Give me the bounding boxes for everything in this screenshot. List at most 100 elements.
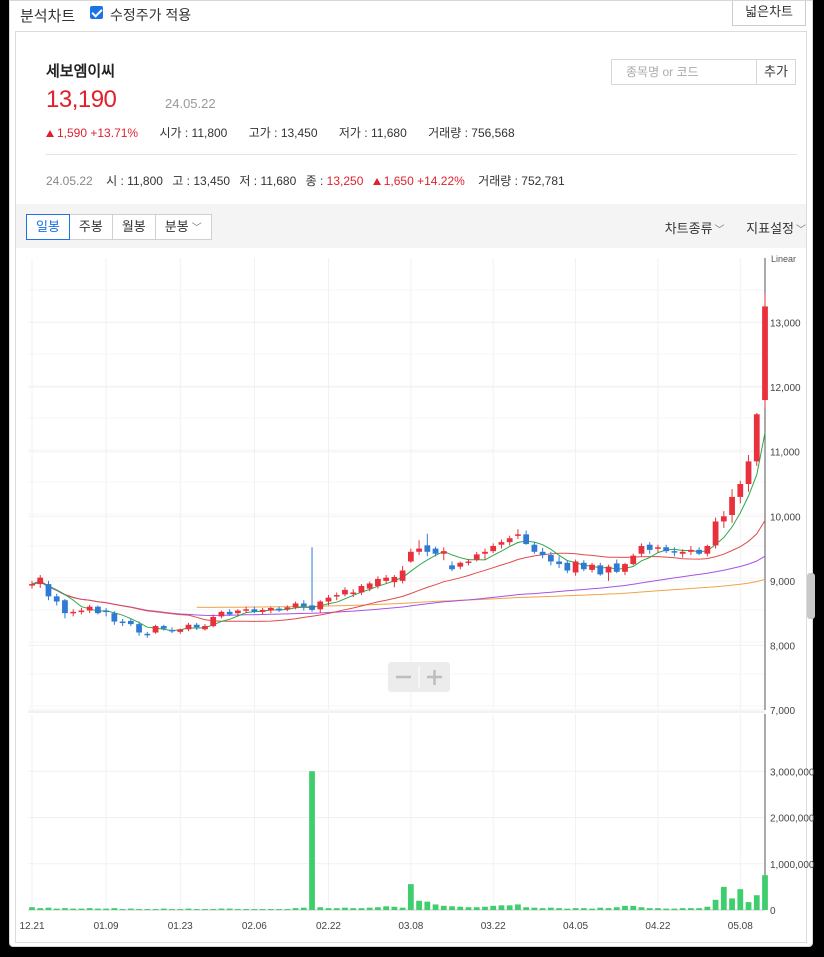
volume-bar (70, 908, 77, 910)
volume-bar (679, 908, 686, 910)
volume-bar (119, 909, 126, 911)
volume-bar (375, 907, 381, 910)
candle-body (762, 306, 768, 401)
candle-body (498, 542, 505, 545)
price-tick-label: 8,000 (770, 641, 795, 652)
volume-bar (580, 908, 587, 910)
volume-bar (539, 908, 546, 910)
candle-body (630, 555, 637, 565)
volume-bar (523, 907, 530, 910)
candle-body (111, 613, 118, 622)
candle-body (333, 595, 340, 597)
volume-bar (37, 908, 44, 910)
candle-body (383, 577, 390, 581)
candle-body (720, 516, 727, 522)
volume-bar (704, 906, 711, 910)
candle-body (704, 545, 711, 554)
time-tick-label: 01.09 (94, 921, 119, 932)
candle-body (531, 544, 538, 552)
volume-bar (407, 884, 414, 910)
candle-body (350, 592, 357, 594)
candle-body (696, 549, 702, 554)
candle-body (737, 484, 744, 497)
volume-bar (391, 906, 398, 910)
candle-body (745, 461, 752, 484)
ma60-line (31, 555, 766, 617)
time-tick-label: 04.05 (563, 921, 588, 932)
price-tick-label: 7,000 (770, 706, 795, 717)
candle-body (449, 565, 455, 570)
candle-body (251, 609, 258, 612)
candle-body (358, 586, 365, 593)
volume-tick-label: 3,000,000 (770, 767, 815, 778)
volume-bar (210, 909, 217, 911)
stock-chart[interactable]: Linear 7,000 8,000 9,000 10,000 11,000 12,000 1… (0, 0, 824, 957)
volume-bar (243, 909, 250, 911)
candle-body (366, 583, 373, 589)
candle-body (62, 600, 68, 614)
candle-body (152, 626, 159, 633)
candle-body (515, 534, 521, 536)
volume-bar (111, 908, 118, 910)
volume-bar (671, 908, 678, 910)
candle-body (432, 548, 439, 554)
volume-bar (515, 904, 521, 910)
candle-body (564, 562, 571, 571)
volume-bar (687, 908, 694, 910)
candle-body (136, 624, 142, 633)
candle-body (235, 610, 241, 614)
volume-bar (440, 905, 447, 910)
candle-body (638, 545, 645, 554)
candle-body (259, 609, 266, 612)
volume-bar (218, 908, 225, 910)
candle-body (457, 562, 464, 567)
scroll-handle[interactable] (807, 573, 815, 619)
volume-tick-label: 2,000,000 (770, 814, 815, 825)
time-tick-label: 02.22 (316, 921, 341, 932)
candle-body (202, 626, 208, 630)
volume-bar (95, 908, 101, 910)
time-tick-label: 02.06 (242, 921, 267, 932)
volume-bar (127, 908, 134, 910)
candle-body (655, 547, 661, 549)
candle-body (185, 624, 192, 630)
candle-body (177, 629, 184, 632)
price-tick-label: 12,000 (770, 383, 801, 394)
volume-bar (103, 908, 110, 910)
candle-body (506, 538, 513, 543)
candle-body (53, 596, 60, 602)
candle-body (276, 608, 282, 611)
candle-body (226, 611, 233, 615)
candle-body (218, 611, 225, 617)
volume-bar (547, 907, 554, 910)
time-tick-label: 12.21 (19, 921, 44, 932)
volume-tick-label: 1,000,000 (770, 860, 815, 871)
volume-bar (45, 907, 52, 910)
price-tick-label: 9,000 (770, 577, 795, 588)
candle-body (523, 534, 530, 545)
volume-bar (366, 907, 373, 910)
candle-body (300, 603, 307, 607)
candle-body (407, 551, 414, 562)
volume-bar (276, 909, 282, 911)
volume-bar (333, 908, 340, 910)
volume-bar (498, 905, 505, 910)
volume-bar (317, 907, 324, 910)
candle-body (613, 563, 620, 572)
candle-body (482, 551, 488, 554)
candle-body (160, 626, 167, 629)
volume-bar (729, 898, 735, 910)
volume-bar (720, 886, 727, 910)
volume-bar (432, 904, 439, 910)
candle-body (424, 545, 431, 552)
candle-body (416, 548, 422, 552)
volume-bar (424, 901, 431, 910)
candle-body (473, 554, 480, 560)
candle-body (342, 589, 348, 595)
ma20-line (31, 520, 766, 622)
candle-body (679, 551, 686, 554)
time-tick-label: 03.22 (481, 921, 506, 932)
volume-bar (169, 909, 175, 911)
candle-body (671, 551, 678, 553)
volume-bar (300, 907, 307, 910)
